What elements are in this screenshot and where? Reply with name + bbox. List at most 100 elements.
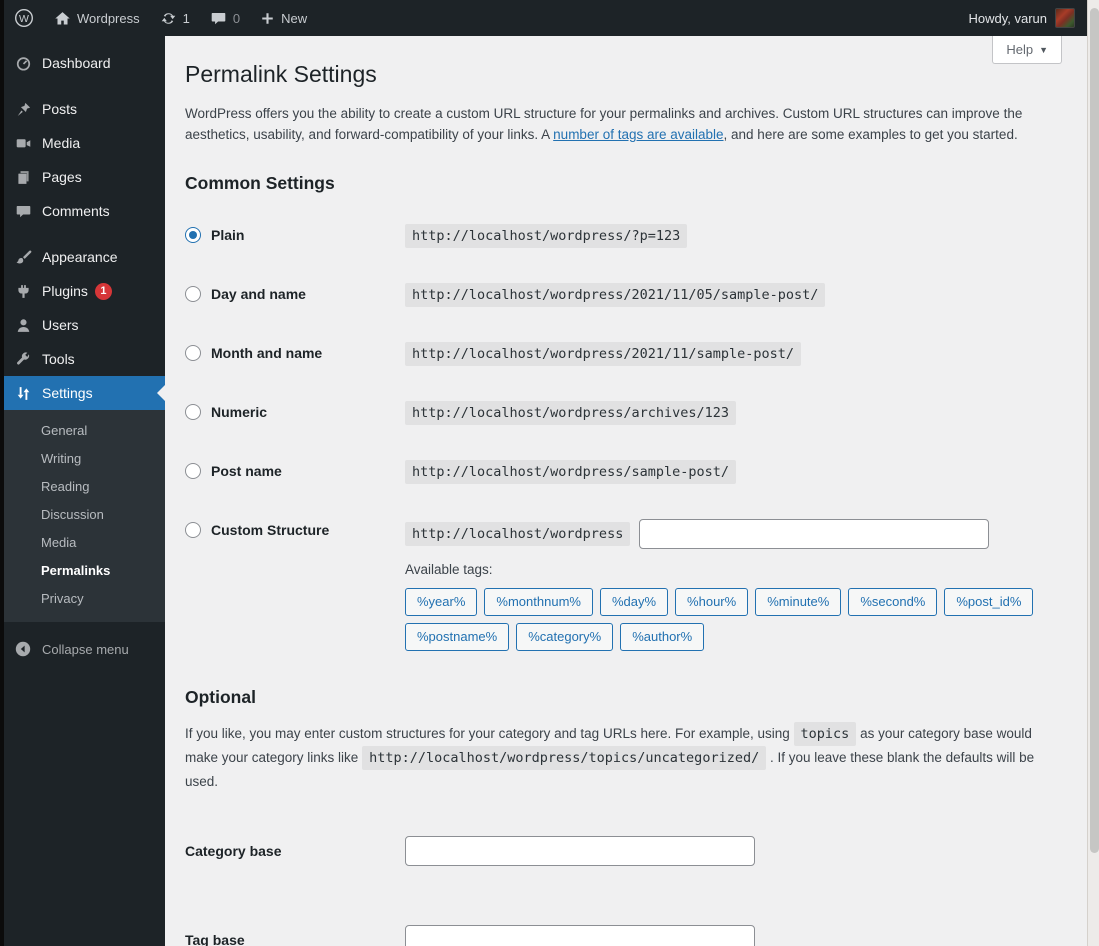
sidebar-item-label: Posts bbox=[42, 101, 78, 117]
custom-structure-radio[interactable] bbox=[185, 521, 201, 538]
updates-icon bbox=[160, 10, 177, 27]
month-name-example-url: http://localhost/wordpress/2021/11/sampl… bbox=[405, 341, 802, 366]
tag-second-button[interactable]: %second% bbox=[848, 587, 938, 616]
submenu-item-discussion[interactable]: Discussion bbox=[4, 501, 165, 529]
collapse-menu-button[interactable]: Collapse menu bbox=[4, 632, 165, 666]
sidebar-item-tools[interactable]: Tools bbox=[4, 342, 165, 376]
new-content-menu[interactable]: New bbox=[250, 0, 317, 36]
numeric-radio[interactable] bbox=[185, 403, 201, 420]
month-name-radio[interactable] bbox=[185, 344, 201, 361]
month-name-label[interactable]: Month and name bbox=[211, 345, 322, 361]
tag-base-input[interactable] bbox=[405, 924, 755, 946]
sidebar-item-dashboard[interactable]: Dashboard bbox=[4, 46, 165, 80]
custom-structure-prefix: http://localhost/wordpress bbox=[405, 521, 631, 546]
comments-menu[interactable]: 0 bbox=[200, 0, 250, 36]
wordpress-logo-menu[interactable]: W bbox=[4, 0, 44, 36]
day-name-radio[interactable] bbox=[185, 285, 201, 302]
site-name-label: Wordpress bbox=[77, 10, 140, 26]
updates-count: 1 bbox=[182, 10, 190, 26]
submenu-item-general[interactable]: General bbox=[4, 417, 165, 445]
numeric-label[interactable]: Numeric bbox=[211, 404, 267, 420]
scrollbar-thumb[interactable] bbox=[1089, 8, 1099, 853]
comments-count: 0 bbox=[232, 10, 241, 26]
tag-hour-button[interactable]: %hour% bbox=[675, 587, 749, 616]
appearance-brush-icon bbox=[13, 247, 33, 267]
svg-text:W: W bbox=[19, 13, 29, 25]
option-row-day-name: Day and name http://localhost/wordpress/… bbox=[185, 282, 1047, 313]
numeric-example-url: http://localhost/wordpress/archives/123 bbox=[405, 400, 736, 425]
common-settings-heading: Common Settings bbox=[185, 172, 335, 193]
sidebar-item-pages[interactable]: Pages bbox=[4, 160, 165, 194]
plain-label[interactable]: Plain bbox=[211, 227, 244, 243]
wordpress-logo-icon: W bbox=[14, 8, 34, 28]
tags-available-link[interactable]: number of tags are available bbox=[553, 127, 723, 142]
optional-heading: Optional bbox=[185, 686, 256, 707]
home-icon bbox=[54, 10, 71, 27]
sidebar-item-settings[interactable]: Settings bbox=[4, 376, 166, 410]
tag-post-id-button[interactable]: %post_id% bbox=[944, 587, 1034, 616]
topics-code: topics bbox=[793, 721, 857, 746]
available-tags-list: %year% %monthnum% %day% %hour% %minute% … bbox=[405, 587, 1055, 651]
tag-day-button[interactable]: %day% bbox=[599, 587, 669, 616]
sidebar-item-plugins[interactable]: Plugins 1 bbox=[4, 274, 165, 308]
custom-structure-label[interactable]: Custom Structure bbox=[211, 522, 329, 538]
submenu-item-writing[interactable]: Writing bbox=[4, 445, 165, 473]
sidebar-item-label: Plugins bbox=[42, 283, 88, 299]
option-row-plain: Plain http://localhost/wordpress/?p=123 bbox=[185, 223, 1047, 254]
tag-monthnum-button[interactable]: %monthnum% bbox=[484, 587, 593, 616]
intro-paragraph: WordPress offers you the ability to crea… bbox=[185, 104, 1047, 146]
custom-structure-input[interactable] bbox=[639, 518, 990, 549]
sidebar-item-media[interactable]: Media bbox=[4, 126, 165, 160]
site-name-menu[interactable]: Wordpress bbox=[44, 0, 150, 36]
sidebar-item-label: Comments bbox=[42, 203, 110, 219]
help-tab-button[interactable]: Help ▼ bbox=[992, 36, 1062, 64]
category-base-row: Category base bbox=[185, 835, 1047, 866]
user-avatar[interactable] bbox=[1055, 8, 1075, 28]
tag-author-button[interactable]: %author% bbox=[620, 622, 705, 651]
page-scrollbar[interactable] bbox=[1087, 0, 1099, 946]
comment-bubble-icon bbox=[210, 10, 227, 27]
sidebar-item-appearance[interactable]: Appearance bbox=[4, 240, 165, 274]
updates-menu[interactable]: 1 bbox=[150, 0, 200, 36]
category-base-label: Category base bbox=[185, 842, 282, 859]
howdy-user-label[interactable]: Howdy, varun bbox=[968, 11, 1047, 26]
option-row-custom-structure: Custom Structure http://localhost/wordpr… bbox=[185, 518, 1047, 651]
available-tags-label: Available tags: bbox=[405, 561, 493, 577]
post-name-radio[interactable] bbox=[185, 462, 201, 479]
tag-base-row: Tag base bbox=[185, 924, 1047, 946]
category-example-url: http://localhost/wordpress/topics/uncate… bbox=[362, 746, 767, 771]
sidebar-item-label: Pages bbox=[42, 169, 82, 185]
submenu-item-permalinks[interactable]: Permalinks bbox=[4, 557, 165, 585]
dashboard-icon bbox=[13, 53, 33, 73]
sidebar-item-label: Settings bbox=[42, 385, 93, 401]
settings-sliders-icon bbox=[13, 383, 33, 403]
sidebar-item-label: Users bbox=[42, 317, 79, 333]
pushpin-icon bbox=[13, 99, 33, 119]
post-name-label[interactable]: Post name bbox=[211, 463, 282, 479]
sidebar-item-label: Media bbox=[42, 135, 81, 151]
plain-radio[interactable] bbox=[185, 226, 201, 243]
submenu-item-reading[interactable]: Reading bbox=[4, 473, 165, 501]
plugin-icon bbox=[13, 281, 33, 301]
permalink-options: Plain http://localhost/wordpress/?p=123 … bbox=[185, 223, 1047, 651]
plain-example-url: http://localhost/wordpress/?p=123 bbox=[405, 223, 688, 248]
tag-year-button[interactable]: %year% bbox=[405, 587, 478, 616]
day-name-label[interactable]: Day and name bbox=[211, 286, 306, 302]
settings-submenu: General Writing Reading Discussion Media… bbox=[4, 410, 165, 622]
submenu-item-privacy[interactable]: Privacy bbox=[4, 585, 165, 613]
main-content: Help ▼ Permalink Settings WordPress offe… bbox=[165, 36, 1087, 946]
sidebar-item-users[interactable]: Users bbox=[4, 308, 165, 342]
sidebar-item-comments[interactable]: Comments bbox=[4, 194, 165, 228]
sidebar-item-posts[interactable]: Posts bbox=[4, 92, 165, 126]
screen-left-edge bbox=[0, 0, 4, 946]
submenu-item-media[interactable]: Media bbox=[4, 529, 165, 557]
sidebar-item-label: Dashboard bbox=[42, 55, 111, 71]
page-title: Permalink Settings bbox=[185, 61, 377, 87]
plugins-update-badge: 1 bbox=[94, 282, 112, 300]
admin-menu: Dashboard Posts Media Pages Comments App… bbox=[4, 36, 166, 410]
tag-category-button[interactable]: %category% bbox=[516, 622, 614, 651]
post-name-example-url: http://localhost/wordpress/sample-post/ bbox=[405, 459, 736, 484]
tag-minute-button[interactable]: %minute% bbox=[755, 587, 842, 616]
category-base-input[interactable] bbox=[405, 835, 755, 866]
tag-postname-button[interactable]: %postname% bbox=[405, 622, 510, 651]
